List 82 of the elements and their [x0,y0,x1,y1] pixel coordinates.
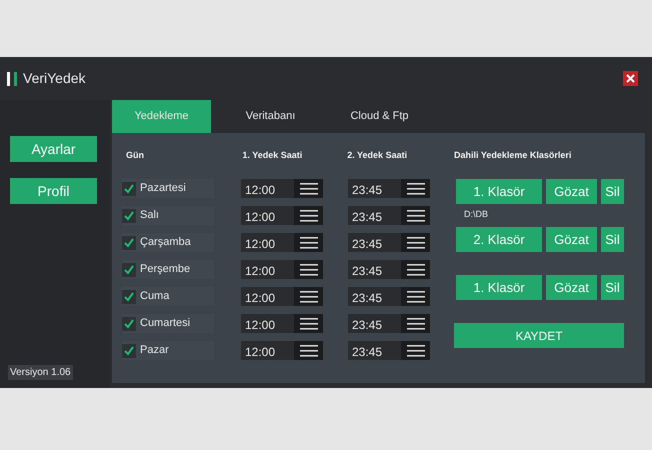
day-label: Cumartesi [140,316,190,332]
check-icon [124,238,134,248]
day-label: Çarşamba [140,235,191,250]
menu-icon [300,236,318,248]
checkbox[interactable] [122,344,136,358]
day-checkbox-row[interactable]: Salı [122,206,214,225]
time-field[interactable]: 12:00 [241,287,294,306]
tab[interactable]: Cloud & Ftp [330,100,429,133]
check-icon [124,346,134,356]
day-label: Pazartesi [140,181,186,196]
time-menu-button[interactable] [401,287,430,306]
day-checkbox-row[interactable]: Pazartesi [122,179,214,198]
time-field[interactable]: 12:00 [241,206,294,225]
logo-icon [7,72,18,86]
time-field[interactable]: 23:45 [348,233,402,252]
time-menu-button[interactable] [401,179,430,198]
menu-icon [300,264,318,276]
menu-icon [300,182,318,194]
time-field[interactable]: 23:45 [348,179,402,198]
time-menu-button[interactable] [401,341,430,360]
checkbox[interactable] [122,262,136,276]
close-icon [626,74,635,83]
day-checkbox-row[interactable]: Çarşamba [122,233,214,252]
time-menu-button[interactable] [294,179,323,198]
menu-icon [406,290,425,302]
time-menu-button[interactable] [401,233,430,252]
checkbox[interactable] [122,236,136,250]
window-title: VeriYedek [23,69,86,88]
check-icon [124,292,134,302]
time-menu-button[interactable] [401,260,430,279]
time-field[interactable]: 23:45 [348,206,402,225]
checkbox[interactable] [122,208,136,222]
time-field[interactable]: 12:00 [241,314,294,333]
tab[interactable]: Veritabanı [221,100,320,133]
time-menu-button[interactable] [294,206,323,225]
time-field[interactable]: 23:45 [348,314,402,333]
menu-icon [406,210,425,222]
menu-icon [406,318,425,330]
close-button[interactable] [623,71,638,86]
check-icon [124,264,134,274]
time-menu-button[interactable] [294,260,323,279]
menu-icon [406,344,425,356]
day-checkbox-row[interactable]: Perşembe [122,260,214,279]
checkbox[interactable] [122,316,136,330]
column-header: 1. Yedek Saati [242,149,304,162]
menu-icon [406,182,425,194]
menu-icon [300,210,318,222]
time-menu-button[interactable] [401,206,430,225]
folders-title: Dahili Yedekleme Klasörleri [454,149,572,162]
time-field[interactable]: 12:00 [241,341,294,360]
check-icon [124,318,134,328]
day-checkbox-row[interactable]: Pazar [122,341,214,360]
column-header: 2. Yedek Saati [347,149,408,162]
day-checkbox-row[interactable]: Cuma [122,287,214,306]
time-field[interactable]: 12:00 [241,260,294,279]
menu-icon [300,318,318,330]
menu-icon [406,264,425,276]
time-field[interactable]: 23:45 [348,260,402,279]
day-checkbox-row[interactable]: Cumartesi [122,314,214,333]
menu-icon [300,344,318,356]
time-field[interactable]: 12:00 [241,233,294,252]
time-field[interactable]: 12:00 [241,179,294,198]
menu-icon [406,236,425,248]
time-field[interactable]: 23:45 [348,341,402,360]
check-icon [124,184,134,194]
column-header: Gün [126,149,145,162]
time-menu-button[interactable] [294,341,323,360]
time-menu-button[interactable] [294,314,323,333]
day-label: Pazar [140,343,169,358]
checkbox[interactable] [122,290,136,304]
time-menu-button[interactable] [294,287,323,306]
version-label: Versiyon 1.06 [8,365,73,380]
check-icon [124,210,134,220]
day-label: Cuma [140,289,170,304]
menu-icon [300,290,318,302]
checkbox[interactable] [122,182,136,196]
time-menu-button[interactable] [401,314,430,333]
time-field[interactable]: 23:45 [348,287,402,306]
day-label: Salı [140,208,159,224]
time-menu-button[interactable] [294,233,323,252]
day-label: Perşembe [140,262,190,278]
folder-path: D:\DB [464,208,490,221]
